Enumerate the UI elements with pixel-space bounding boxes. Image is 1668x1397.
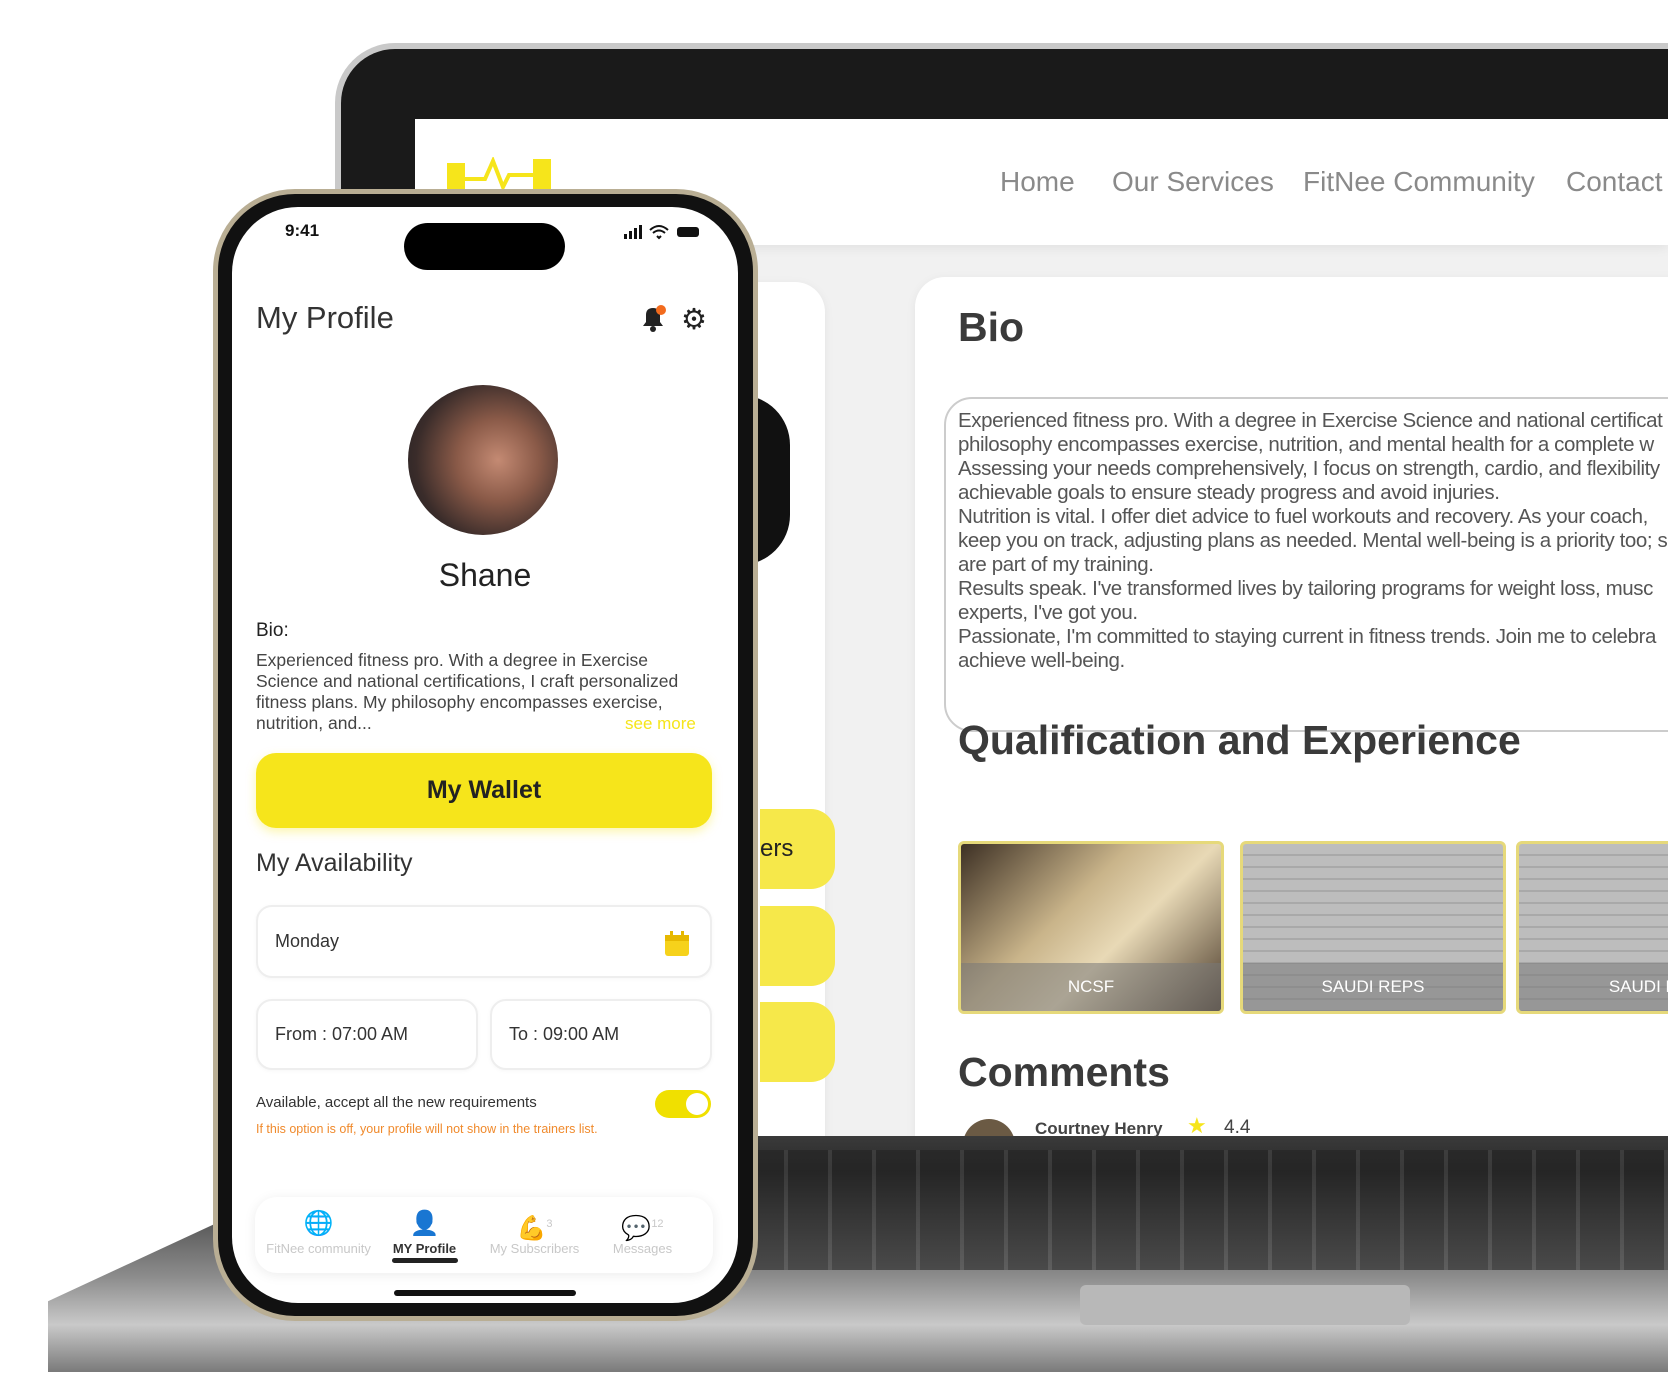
chat-icon: 💬12 bbox=[621, 1215, 664, 1242]
to-time-value: To : 09:00 AM bbox=[509, 1024, 620, 1044]
nav-our-services[interactable]: Our Services bbox=[1112, 166, 1274, 198]
gear-icon: ⚙ bbox=[681, 304, 707, 336]
qualification-heading: Qualification and Experience bbox=[958, 717, 1521, 763]
nav-home[interactable]: Home bbox=[1000, 166, 1075, 198]
settings-button[interactable]: ⚙ bbox=[681, 305, 707, 335]
page-title: My Profile bbox=[256, 300, 394, 335]
phone-screen: 9:41 My Profile ⚙ Shane Bio: Experienced… bbox=[232, 207, 738, 1303]
nav-contact[interactable]: Contact bbox=[1566, 166, 1663, 198]
see-more-link[interactable]: see more bbox=[625, 714, 696, 734]
profile-avatar[interactable] bbox=[408, 385, 558, 535]
side-button[interactable] bbox=[760, 1002, 835, 1082]
notification-button[interactable] bbox=[638, 304, 668, 334]
my-wallet-label: My Wallet bbox=[426, 776, 542, 804]
bio-label: Bio: bbox=[256, 620, 289, 641]
tab-messages[interactable]: 💬12 Messages bbox=[585, 1207, 700, 1256]
tab-label: My Subscribers bbox=[489, 1241, 580, 1256]
available-toggle[interactable] bbox=[655, 1090, 711, 1118]
signal-icon bbox=[624, 225, 642, 239]
certificate-card[interactable]: SAUDI RE bbox=[1516, 841, 1668, 1014]
user-icon: 👤 bbox=[409, 1210, 440, 1237]
bio-text: Experienced fitness pro. With a degree i… bbox=[958, 409, 1668, 672]
profile-name: Shane bbox=[438, 557, 532, 593]
active-tab-indicator bbox=[391, 1258, 458, 1263]
status-icons bbox=[624, 225, 699, 240]
available-label: Available, accept all the new requiremen… bbox=[256, 1094, 537, 1111]
status-time: 9:41 bbox=[285, 221, 320, 240]
bio-heading: Bio bbox=[958, 304, 1025, 350]
star-icon: ★ bbox=[1187, 1113, 1207, 1136]
battery-icon bbox=[677, 227, 699, 237]
subscribers-badge: 3 bbox=[546, 1218, 553, 1230]
tab-label: Messages bbox=[612, 1241, 673, 1256]
side-button[interactable] bbox=[760, 906, 835, 986]
tab-label: MY Profile bbox=[392, 1241, 457, 1256]
messages-badge: 12 bbox=[651, 1218, 664, 1230]
side-button-label: ers bbox=[760, 835, 794, 862]
tab-my-profile[interactable]: 👤 MY Profile bbox=[367, 1207, 482, 1263]
certificate-label: SAUDI RE bbox=[1519, 963, 1668, 1011]
subscribers-icon: 💪3 bbox=[516, 1215, 553, 1242]
from-time-field[interactable]: From : 07:00 AM bbox=[256, 999, 478, 1070]
dynamic-island bbox=[404, 223, 565, 270]
calendar-icon bbox=[665, 931, 689, 956]
my-wallet-button[interactable]: My Wallet bbox=[256, 753, 712, 828]
wifi-icon bbox=[649, 225, 669, 240]
globe-icon: 🌐 bbox=[303, 1210, 334, 1237]
availability-heading: My Availability bbox=[256, 849, 413, 877]
certificate-label: SAUDI REPS bbox=[1243, 963, 1503, 1011]
toggle-knob bbox=[686, 1093, 708, 1115]
bell-icon bbox=[643, 305, 666, 332]
availability-warning: If this option is off, your profile will… bbox=[256, 1122, 598, 1136]
nav-fitnee-community[interactable]: FitNee Community bbox=[1303, 166, 1535, 198]
to-time-field[interactable]: To : 09:00 AM bbox=[490, 999, 712, 1070]
trackpad bbox=[1080, 1285, 1410, 1325]
comment-rating: 4.4 bbox=[1224, 1117, 1251, 1136]
from-time-value: From : 07:00 AM bbox=[275, 1024, 409, 1044]
commenter-name: Courtney Henry bbox=[1035, 1119, 1163, 1136]
logo-icon bbox=[447, 157, 551, 191]
certificate-card[interactable]: SAUDI REPS bbox=[1240, 841, 1506, 1014]
day-value: Monday bbox=[275, 931, 340, 951]
bottom-tab-bar: 🌐 FitNee community 👤 MY Profile 💪3 My Subsc… bbox=[255, 1197, 713, 1273]
comments-heading: Comments bbox=[958, 1049, 1170, 1095]
certificate-label: NCSF bbox=[961, 963, 1221, 1011]
tab-my-subscribers[interactable]: 💪3 My Subscribers bbox=[477, 1207, 592, 1256]
keyboard bbox=[700, 1150, 1668, 1270]
home-indicator bbox=[394, 1290, 576, 1296]
tab-label: FitNee community bbox=[266, 1241, 371, 1256]
certificate-card[interactable]: NCSF bbox=[958, 841, 1224, 1014]
tab-fitnee-community[interactable]: 🌐 FitNee community bbox=[261, 1207, 376, 1256]
side-button[interactable]: ers bbox=[760, 809, 835, 889]
day-select[interactable]: Monday bbox=[256, 905, 712, 978]
